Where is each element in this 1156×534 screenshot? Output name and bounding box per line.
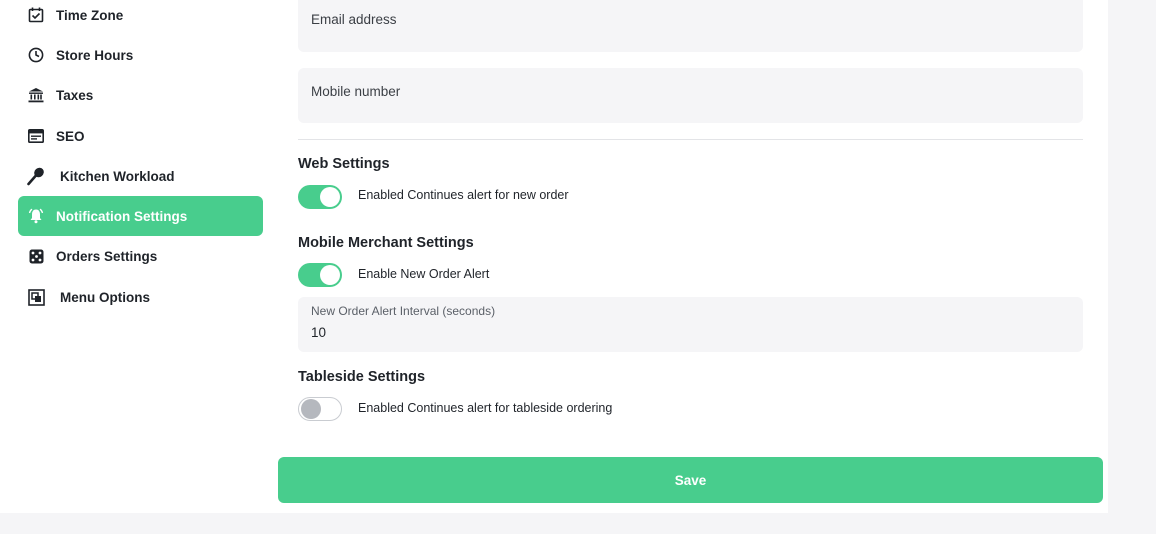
- sidebar-item-taxes[interactable]: Taxes: [18, 75, 263, 115]
- toggle-knob: [320, 265, 340, 285]
- sidebar-item-menu-options[interactable]: Menu Options: [18, 277, 263, 317]
- sidebar-item-seo[interactable]: SEO: [18, 116, 263, 156]
- mobile-placeholder: Mobile number: [311, 84, 401, 99]
- sidebar-item-label: Time Zone: [56, 7, 124, 23]
- tableside-settings-title: Tableside Settings: [298, 369, 426, 385]
- sidebar-item-store-hours[interactable]: Store Hours: [18, 35, 263, 75]
- sidebar-item-label: SEO: [56, 128, 85, 144]
- mobile-merchant-settings-title: Mobile Merchant Settings: [298, 235, 474, 251]
- email-field[interactable]: Email address: [298, 0, 1083, 52]
- calendar-check-icon: [26, 5, 46, 25]
- section-divider: [298, 139, 1083, 140]
- new-order-alert-toggle-label: Enable New Order Alert: [358, 267, 490, 281]
- toggle-knob: [301, 399, 321, 419]
- email-placeholder: Email address: [311, 12, 397, 27]
- bank-icon: [26, 85, 46, 105]
- web-alert-toggle-label: Enabled Continues alert for new order: [358, 188, 569, 202]
- menu-frame-icon: [26, 287, 46, 307]
- sidebar-item-label: Taxes: [56, 87, 94, 103]
- kitchen-utensil-icon: [26, 166, 46, 186]
- web-alert-toggle[interactable]: [298, 185, 342, 209]
- alert-interval-field[interactable]: New Order Alert Interval (seconds) 10: [298, 297, 1083, 352]
- sidebar-item-label: Menu Options: [60, 289, 150, 305]
- sidebar-item-label: Notification Settings: [56, 208, 188, 224]
- alert-interval-value[interactable]: 10: [311, 325, 326, 340]
- alert-interval-label: New Order Alert Interval (seconds): [311, 304, 496, 318]
- new-order-alert-toggle[interactable]: [298, 263, 342, 287]
- sidebar-item-label: Kitchen Workload: [60, 168, 175, 184]
- sidebar-item-notification-settings[interactable]: Notification Settings: [18, 196, 263, 236]
- web-settings-title: Web Settings: [298, 156, 390, 172]
- sidebar-item-label: Orders Settings: [56, 248, 158, 264]
- mobile-number-field[interactable]: Mobile number: [298, 68, 1083, 123]
- dice-icon: [26, 246, 46, 266]
- settings-panel: Time Zone Store Hours Taxes SEO Kitchen: [0, 0, 1108, 513]
- sidebar-item-label: Store Hours: [56, 47, 134, 63]
- tableside-alert-toggle-label: Enabled Continues alert for tableside or…: [358, 401, 613, 415]
- sidebar-item-time-zone[interactable]: Time Zone: [18, 0, 263, 35]
- sidebar-item-kitchen-workload[interactable]: Kitchen Workload: [18, 156, 263, 196]
- clock-icon: [26, 45, 46, 65]
- tableside-alert-toggle[interactable]: [298, 397, 342, 421]
- toggle-knob: [320, 187, 340, 207]
- browser-window-icon: [26, 126, 46, 146]
- save-button[interactable]: Save: [278, 457, 1103, 503]
- bell-icon: [26, 206, 46, 226]
- sidebar-item-orders-settings[interactable]: Orders Settings: [18, 236, 263, 276]
